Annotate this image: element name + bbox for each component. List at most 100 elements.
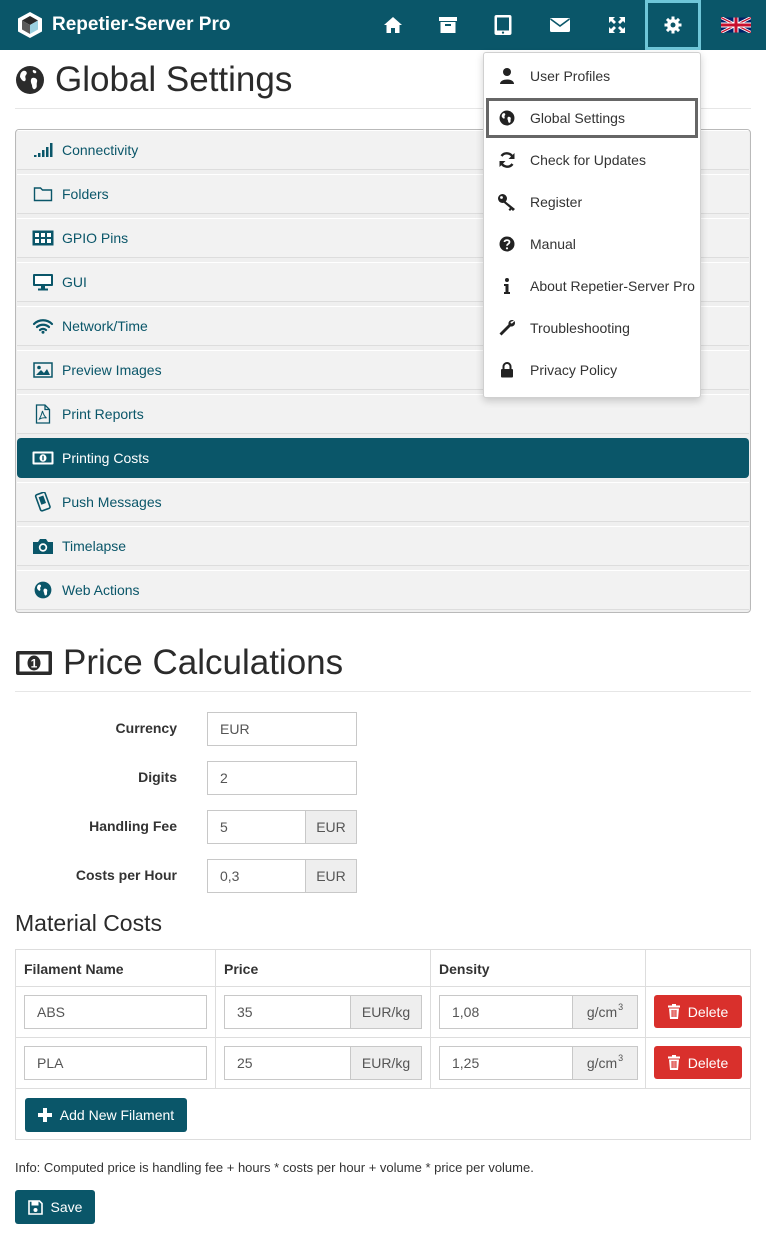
- menu-item-troubleshooting[interactable]: Troubleshooting: [486, 308, 698, 348]
- phone-icon: [32, 492, 54, 512]
- add-new-filament-label: Add New Filament: [59, 1107, 175, 1123]
- filament-price-unit: EUR/kg: [350, 1046, 422, 1080]
- info-text: Info: Computed price is handling fee + h…: [15, 1160, 534, 1175]
- menu-item-about[interactable]: About Repetier-Server Pro: [486, 266, 698, 306]
- costs-per-hour-label: Costs per Hour: [75, 867, 177, 883]
- filament-density-unit: g/cm 3: [572, 995, 638, 1029]
- delete-filament-button[interactable]: Delete: [654, 1046, 742, 1079]
- nav-settings-button[interactable]: [645, 0, 701, 50]
- menu-item-label: Global Settings: [530, 110, 625, 126]
- menu-item-label: Manual: [530, 236, 576, 252]
- column-divider: [215, 950, 216, 1089]
- globe-icon: [496, 110, 518, 126]
- delete-filament-button[interactable]: Delete: [654, 995, 742, 1028]
- globe-icon: [15, 65, 45, 95]
- lock-icon: [496, 362, 518, 378]
- envelope-icon: [549, 17, 571, 33]
- add-new-filament-button[interactable]: Add New Filament: [25, 1098, 187, 1132]
- nav-archive-button[interactable]: [420, 0, 476, 50]
- row-divider: [16, 1088, 750, 1089]
- settings-item-label: Preview Images: [62, 362, 162, 378]
- digits-input[interactable]: 2: [207, 761, 357, 795]
- price-divider: [15, 691, 751, 692]
- user-icon: [496, 67, 518, 85]
- settings-item-printing-costs[interactable]: Printing Costs: [17, 438, 749, 478]
- nav-language-button[interactable]: [708, 0, 764, 50]
- settings-item-push-messages[interactable]: Push Messages: [17, 482, 749, 522]
- brand[interactable]: Repetier-Server Pro: [16, 9, 230, 41]
- material-costs-title: Material Costs: [15, 910, 162, 936]
- settings-item-label: GUI: [62, 274, 87, 290]
- nav-fullscreen-button[interactable]: [589, 0, 645, 50]
- menu-item-privacy-policy[interactable]: Privacy Policy: [486, 350, 698, 390]
- tablet-icon: [493, 14, 513, 36]
- settings-item-label: Connectivity: [62, 142, 139, 158]
- nav-messages-button[interactable]: [532, 0, 588, 50]
- filament-name-input[interactable]: PLA: [24, 1046, 207, 1080]
- filament-name-input[interactable]: ABS: [24, 995, 207, 1029]
- column-divider: [645, 950, 646, 1089]
- settings-dropdown-menu: User Profiles Global Settings Check for …: [483, 52, 701, 398]
- gear-icon: [663, 15, 683, 35]
- filament-density-unit: g/cm 3: [572, 1046, 638, 1080]
- row-divider: [16, 1037, 750, 1038]
- plus-icon: [37, 1108, 52, 1122]
- handling-fee-label: Handling Fee: [89, 818, 177, 834]
- handling-fee-input[interactable]: 5: [207, 810, 306, 844]
- settings-item-print-reports[interactable]: Print Reports: [17, 394, 749, 434]
- archive-icon: [438, 16, 458, 34]
- refresh-icon: [496, 151, 518, 169]
- money-icon: 1: [15, 650, 53, 676]
- handling-fee-unit: EUR: [305, 810, 357, 844]
- navbar: Repetier-Server Pro: [0, 0, 766, 50]
- menu-item-user-profiles[interactable]: User Profiles: [486, 56, 698, 96]
- save-button[interactable]: Save: [15, 1190, 95, 1224]
- uk-flag-icon: [721, 17, 751, 33]
- settings-item-label: Print Reports: [62, 406, 144, 422]
- menu-item-label: About Repetier-Server Pro: [530, 278, 695, 294]
- costs-per-hour-input[interactable]: 0,3: [207, 859, 306, 893]
- filament-price-input[interactable]: 35: [224, 995, 351, 1029]
- currency-input[interactable]: EUR: [207, 712, 357, 746]
- filament-price-input[interactable]: 25: [224, 1046, 351, 1080]
- menu-item-manual[interactable]: Manual: [486, 224, 698, 264]
- menu-item-label: User Profiles: [530, 68, 611, 84]
- settings-item-label: Folders: [62, 186, 109, 202]
- settings-item-label: Network/Time: [62, 318, 148, 334]
- settings-item-label: GPIO Pins: [62, 230, 129, 246]
- home-icon: [383, 16, 403, 34]
- trash-icon: [667, 1055, 680, 1070]
- save-label: Save: [50, 1199, 83, 1215]
- camera-icon: [32, 537, 54, 555]
- menu-item-register[interactable]: Register: [486, 182, 698, 222]
- wrench-icon: [496, 319, 518, 337]
- menu-item-check-for-updates[interactable]: Check for Updates: [486, 140, 698, 180]
- globe-icon: [32, 581, 54, 599]
- settings-item-timelapse[interactable]: Timelapse: [17, 526, 749, 566]
- filament-density-input[interactable]: 1,08: [439, 995, 573, 1029]
- price-calculations-text: Price Calculations: [63, 643, 344, 682]
- price-calculations-title: 1 Price Calculations: [15, 641, 343, 685]
- nav-tablet-button[interactable]: [475, 0, 531, 50]
- settings-item-web-actions[interactable]: Web Actions: [17, 570, 749, 610]
- column-divider: [430, 950, 431, 1089]
- info-icon: [496, 278, 518, 294]
- menu-item-label: Privacy Policy: [530, 362, 618, 378]
- fullscreen-icon: [607, 15, 627, 35]
- filament-density-input[interactable]: 1,25: [439, 1046, 573, 1080]
- material-costs-table: Filament Name Price Density ABS 35 EUR/k…: [15, 949, 751, 1140]
- digits-label: Digits: [138, 769, 177, 785]
- money-icon: [32, 451, 54, 465]
- pdf-icon: [32, 404, 54, 424]
- nav-home-button[interactable]: [365, 0, 421, 50]
- page-title-text: Global Settings: [55, 60, 293, 99]
- row-divider: [16, 986, 750, 987]
- svg-text:1: 1: [31, 657, 38, 671]
- settings-item-label: Web Actions: [62, 582, 140, 598]
- delete-label: Delete: [687, 1003, 729, 1020]
- currency-label: Currency: [115, 720, 177, 736]
- image-icon: [32, 362, 54, 378]
- menu-item-global-settings[interactable]: Global Settings: [486, 98, 698, 138]
- column-header-filament-name: Filament Name: [24, 960, 124, 977]
- floppy-disk-icon: [27, 1199, 43, 1215]
